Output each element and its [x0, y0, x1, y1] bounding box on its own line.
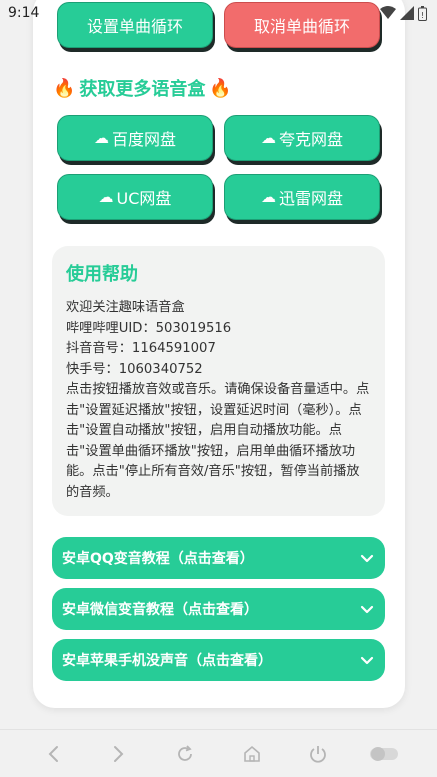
help-title: 使用帮助: [66, 264, 138, 285]
uc-pan-label: UC网盘: [116, 189, 172, 208]
help-line: 抖音音号：1164591007: [66, 341, 216, 356]
reload-icon: [178, 744, 193, 761]
help-line: 快手号：1060340752: [66, 361, 203, 377]
cloud-icon: ☁: [260, 187, 276, 206]
accordion-qq-tutorial[interactable]: 安卓QQ变音教程（点击查看）: [52, 537, 385, 579]
quark-pan-button[interactable]: ☁ 夸克网盘: [224, 115, 380, 161]
xunlei-pan-label: 迅雷网盘: [278, 189, 343, 208]
accordion-label: 安卓苹果手机没声音（点击查看）: [62, 653, 272, 669]
power-icon: [309, 745, 326, 763]
help-instructions: 点击按钮播放音效或音乐。请确保设备音量适中。点击"设置延迟播放"按钮，设置延迟时…: [66, 382, 370, 500]
baidu-pan-label: 百度网盘: [111, 130, 176, 149]
wifi-icon: [380, 6, 396, 19]
baidu-pan-button[interactable]: ☁ 百度网盘: [57, 115, 213, 161]
help-line: 欢迎关注趣味语音盒: [66, 300, 185, 315]
reload-button[interactable]: [169, 738, 201, 770]
forward-button[interactable]: [103, 738, 135, 770]
power-button[interactable]: [302, 738, 334, 770]
svg-text:!: !: [421, 11, 424, 20]
accordion-no-sound[interactable]: 安卓苹果手机没声音（点击查看）: [52, 639, 385, 681]
back-button[interactable]: [37, 738, 69, 770]
forward-icon: [114, 745, 124, 762]
accordion-wechat-tutorial[interactable]: 安卓微信变音教程（点击查看）: [52, 588, 385, 630]
home-button[interactable]: [236, 738, 268, 770]
chevron-down-icon: [360, 656, 374, 665]
uc-pan-button[interactable]: ☁ UC网盘: [57, 174, 213, 220]
bottom-nav: [0, 729, 437, 777]
help-panel: 使用帮助 欢迎关注趣味语音盒 哔哩哔哩UID：503019516 抖音音号：11…: [52, 246, 385, 516]
section-title-text: 获取更多语音盒: [79, 79, 206, 100]
cloud-icon: ☁: [98, 187, 114, 206]
accordion-label: 安卓微信变音教程（点击查看）: [62, 602, 258, 618]
accordion-label: 安卓QQ变音教程（点击查看）: [62, 551, 254, 567]
more-voicebox-title: 🔥 获取更多语音盒 🔥: [53, 76, 232, 101]
help-line: 哔哩哔哩UID：503019516: [66, 320, 232, 336]
battery-icon: !: [418, 5, 427, 21]
signal-icon: [400, 6, 414, 20]
xunlei-pan-button[interactable]: ☁ 迅雷网盘: [224, 174, 380, 220]
back-icon: [48, 745, 59, 762]
chevron-down-icon: [360, 554, 374, 563]
fire-icon: 🔥: [209, 77, 232, 99]
status-time: 9:14: [8, 5, 40, 21]
cloud-icon: ☁: [93, 128, 109, 147]
cloud-icon: ☁: [260, 128, 276, 147]
toggle-button[interactable]: [368, 738, 400, 770]
fire-icon: 🔥: [53, 77, 76, 99]
home-icon: [243, 745, 260, 762]
status-bar: 9:14 !: [0, 0, 437, 26]
toggle-icon: [369, 746, 398, 761]
chevron-down-icon: [360, 605, 374, 614]
status-icons: !: [380, 5, 427, 21]
quark-pan-label: 夸克网盘: [278, 130, 343, 149]
